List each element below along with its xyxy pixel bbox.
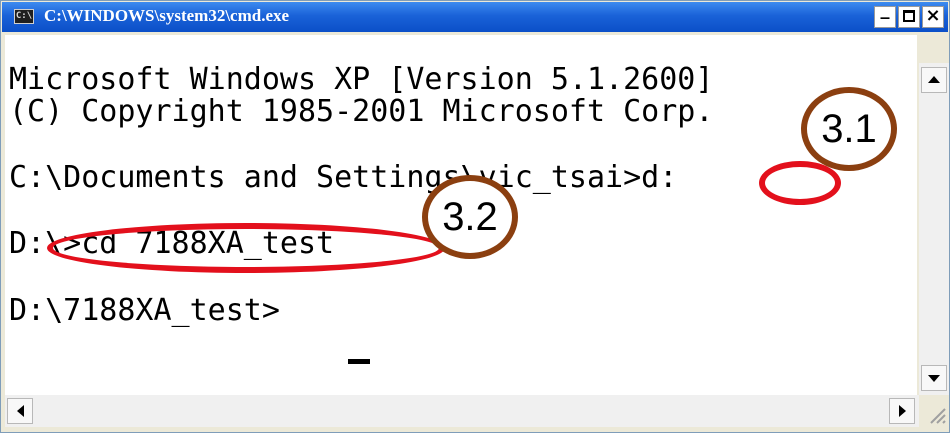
arrow-left-icon: [17, 405, 24, 417]
highlight-ellipse-drive: [759, 161, 841, 205]
close-button[interactable]: ×: [922, 6, 944, 28]
close-icon: ×: [925, 5, 941, 26]
cmd-window: C:\ C:\WINDOWS\system32\cmd.exe _ × Micr…: [0, 0, 950, 433]
callout-3-2: 3.2: [422, 175, 518, 259]
maximize-icon: [903, 10, 915, 22]
arrow-right-icon: [899, 405, 906, 417]
minimize-button[interactable]: _: [874, 1, 896, 28]
scroll-down-button[interactable]: [921, 365, 947, 391]
console-line: Microsoft Windows XP [Version 5.1.2600]: [9, 62, 714, 97]
scroll-left-button[interactable]: [7, 398, 33, 424]
window-title: C:\WINDOWS\system32\cmd.exe: [44, 6, 290, 25]
arrow-down-icon: [928, 375, 940, 382]
maximize-button[interactable]: [898, 6, 920, 28]
arrow-up-icon: [928, 76, 940, 83]
highlight-ellipse-cd: [47, 223, 445, 273]
console-line: D:\7188XA_test>: [9, 293, 280, 328]
text-cursor: [348, 359, 370, 364]
scroll-up-button[interactable]: [921, 67, 947, 93]
vertical-scrollbar[interactable]: [919, 63, 949, 395]
resize-grip-icon[interactable]: [919, 397, 949, 427]
console-line: (C) Copyright 1985-2001 Microsoft Corp.: [9, 94, 714, 129]
console-line: C:\Documents and Settings\vic_tsai>d:: [9, 160, 678, 195]
cmd-icon[interactable]: C:\: [14, 9, 34, 24]
callout-3-1: 3.1: [801, 87, 897, 171]
horizontal-scrollbar[interactable]: [5, 395, 919, 427]
minimize-icon: _: [880, 0, 890, 20]
scroll-right-button[interactable]: [889, 398, 915, 424]
title-bar[interactable]: C:\ C:\WINDOWS\system32\cmd.exe _ ×: [2, 1, 948, 32]
